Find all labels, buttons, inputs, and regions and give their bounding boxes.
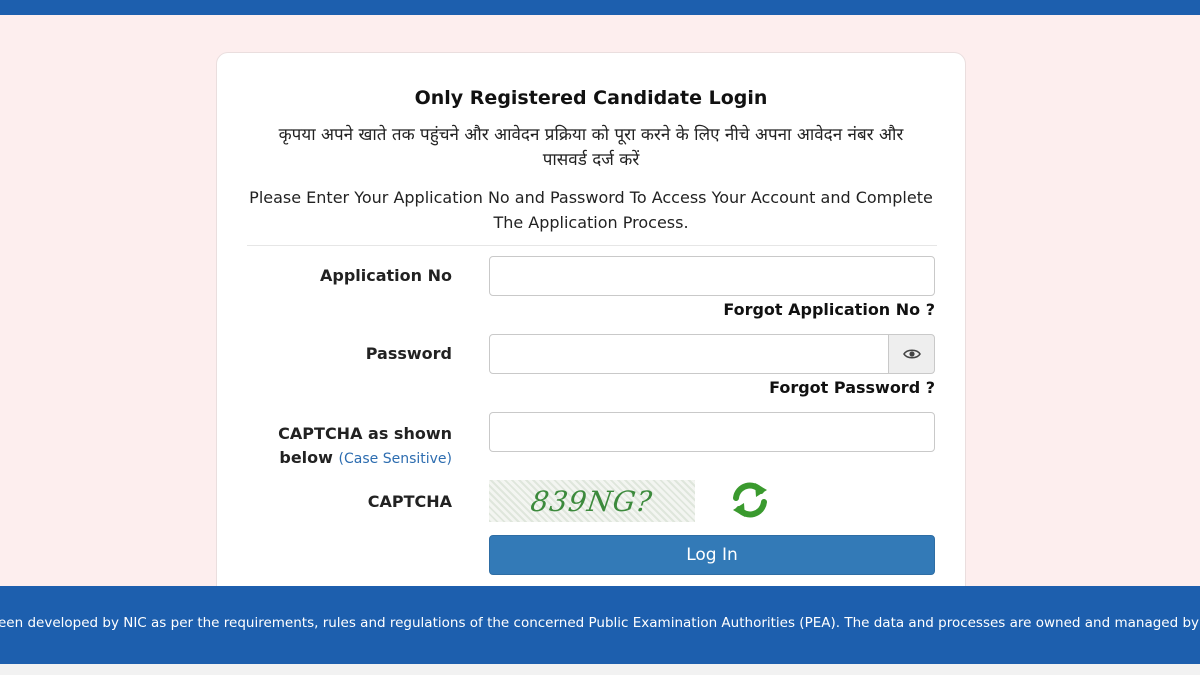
bottom-strip (0, 664, 1200, 675)
captcha-refresh-button[interactable] (729, 480, 771, 520)
forgot-application-no-link[interactable]: Forgot Application No ? (723, 300, 935, 319)
footer-text: een developed by NIC as per the requirem… (0, 615, 1200, 631)
captcha-label: CAPTCHA (367, 492, 452, 511)
eye-icon (902, 349, 921, 359)
application-no-label: Application No (319, 266, 452, 285)
password-input[interactable] (489, 334, 889, 374)
login-card: Only Registered Candidate Login कृपया अप… (216, 52, 966, 612)
hindi-instruction: कृपया अपने खाते तक पहुंचने और आवेदन प्रक… (278, 125, 904, 170)
password-visibility-toggle[interactable] (888, 334, 935, 374)
divider (247, 245, 937, 246)
case-sensitive-hint: (Case Sensitive) (338, 451, 452, 467)
captcha-input[interactable] (489, 412, 935, 452)
application-no-input[interactable] (489, 256, 935, 296)
captcha-text: 839NG? (529, 484, 655, 518)
login-title: Only Registered Candidate Login (414, 87, 768, 109)
english-instruction: Please Enter Your Application No and Pas… (249, 188, 933, 232)
password-group (489, 334, 935, 374)
refresh-icon (733, 482, 767, 518)
captcha-image: 839NG? (489, 480, 695, 522)
forgot-password-link[interactable]: Forgot Password ? (769, 378, 935, 397)
captcha-input-label: CAPTCHA as shown below (Case Sensitive) (222, 422, 452, 471)
footer-bar: een developed by NIC as per the requirem… (0, 586, 1200, 664)
login-button[interactable]: Log In (489, 535, 935, 575)
top-header-bar (0, 0, 1200, 15)
password-label: Password (365, 344, 452, 363)
